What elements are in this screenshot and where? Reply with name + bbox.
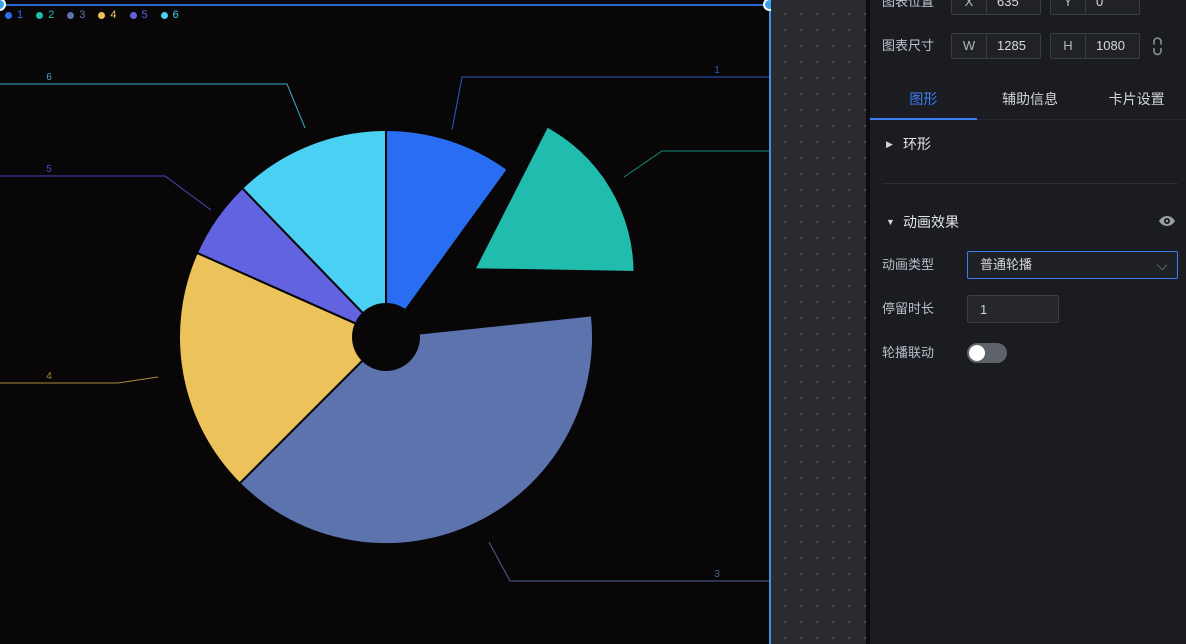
section-animation-header[interactable]: ▼ 动画效果 (870, 206, 1186, 238)
section-animation-title: 动画效果 (903, 206, 959, 238)
section-divider (882, 183, 1178, 184)
chart-position-label: 图表位置 (882, 0, 934, 15)
callout-label-3: 3 (714, 569, 720, 580)
height-axis-label: H (1051, 34, 1086, 58)
callout-label-6: 6 (46, 72, 52, 83)
callout-line-5 (0, 176, 211, 210)
animation-type-value: 普通轮播 (980, 252, 1032, 278)
settings-panel: 图表位置 X 635 Y 0 图表尺寸 W 1285 H 1080 (866, 0, 1186, 644)
chevron-down-icon: ▼ (886, 206, 895, 238)
legend-dot (161, 12, 168, 19)
callout-line-6 (0, 84, 305, 128)
section-ring-header[interactable]: ▶ 环形 (870, 128, 1186, 160)
legend-label: 5 (142, 9, 148, 21)
legend-item-4[interactable]: 4 (98, 9, 116, 21)
callout-label-5: 5 (46, 164, 52, 175)
chart-legend: 1 2 3 4 5 6 (5, 9, 179, 21)
chart-position-row: 图表位置 X 635 Y 0 (870, 0, 1186, 15)
width-value[interactable]: 1285 (987, 34, 1040, 58)
pie-chart: 1 2 3 4 5 6 (0, 0, 771, 644)
legend-item-2[interactable]: 2 (36, 9, 54, 21)
section-ring-title: 环形 (903, 128, 931, 160)
legend-dot (36, 12, 43, 19)
pie-slice-2[interactable] (467, 120, 639, 276)
legend-item-1[interactable]: 1 (5, 9, 23, 21)
y-position-input[interactable]: Y 0 (1050, 0, 1140, 15)
legend-label: 4 (110, 9, 116, 21)
chevron-right-icon: ▶ (886, 128, 893, 160)
selection-handle-top-right[interactable] (763, 0, 771, 11)
workspace-gutter (771, 0, 866, 644)
selection-border-top (0, 4, 771, 6)
legend-label: 2 (48, 9, 54, 21)
stay-duration-row: 停留时长 (870, 295, 1186, 323)
chart-size-row: 图表尺寸 W 1285 H 1080 (870, 33, 1186, 59)
callout-line-4 (0, 377, 158, 383)
panel-tabs: 图形 辅助信息 卡片设置 (870, 80, 1186, 120)
editor-stage: 123456 123456 图表位置 X 635 Y 0 图表尺寸 W 1285 (0, 0, 1186, 644)
callout-label-1: 1 (714, 65, 720, 76)
tab-auxiliary-info[interactable]: 辅助信息 (977, 80, 1084, 119)
x-position-input[interactable]: X 635 (951, 0, 1041, 15)
tab-card-settings[interactable]: 卡片设置 (1083, 80, 1186, 119)
legend-dot (67, 12, 74, 19)
carousel-linkage-label: 轮播联动 (882, 339, 934, 367)
selection-border-right[interactable] (769, 4, 771, 644)
chevron-down-icon (1157, 260, 1168, 271)
callout-label-4: 4 (46, 371, 52, 382)
aspect-ratio-link-icon[interactable] (1149, 35, 1166, 61)
stay-duration-input[interactable] (967, 295, 1059, 323)
stay-duration-label: 停留时长 (882, 295, 934, 323)
callout-line-2 (624, 151, 771, 177)
animation-type-select[interactable]: 普通轮播 (967, 251, 1178, 279)
legend-label: 6 (173, 9, 179, 21)
height-value[interactable]: 1080 (1086, 34, 1139, 58)
x-axis-label: X (952, 0, 987, 14)
legend-item-3[interactable]: 3 (67, 9, 85, 21)
carousel-linkage-toggle[interactable] (967, 343, 1007, 363)
donut-hole (352, 303, 420, 371)
animation-type-label: 动画类型 (882, 251, 934, 279)
chart-canvas[interactable]: 1 2 3 4 5 6 1 2 3 4 5 6 (0, 0, 771, 644)
width-axis-label: W (952, 34, 987, 58)
legend-label: 3 (79, 9, 85, 21)
callout-line-1 (452, 77, 770, 130)
height-input[interactable]: H 1080 (1050, 33, 1140, 59)
callout-line-3 (489, 542, 770, 581)
carousel-linkage-row: 轮播联动 (870, 339, 1186, 367)
legend-dot (5, 12, 12, 19)
legend-item-5[interactable]: 5 (130, 9, 148, 21)
chart-size-label: 图表尺寸 (882, 33, 934, 59)
x-position-value[interactable]: 635 (987, 0, 1040, 14)
visibility-eye-icon[interactable] (1158, 214, 1176, 231)
legend-dot (98, 12, 105, 19)
legend-item-6[interactable]: 6 (161, 9, 179, 21)
y-axis-label: Y (1051, 0, 1086, 14)
tab-graphic[interactable]: 图形 (870, 80, 977, 119)
y-position-value[interactable]: 0 (1086, 0, 1139, 14)
toggle-knob (969, 345, 985, 361)
width-input[interactable]: W 1285 (951, 33, 1041, 59)
animation-type-row: 动画类型 普通轮播 (870, 251, 1186, 279)
legend-label: 1 (17, 9, 23, 21)
legend-dot (130, 12, 137, 19)
